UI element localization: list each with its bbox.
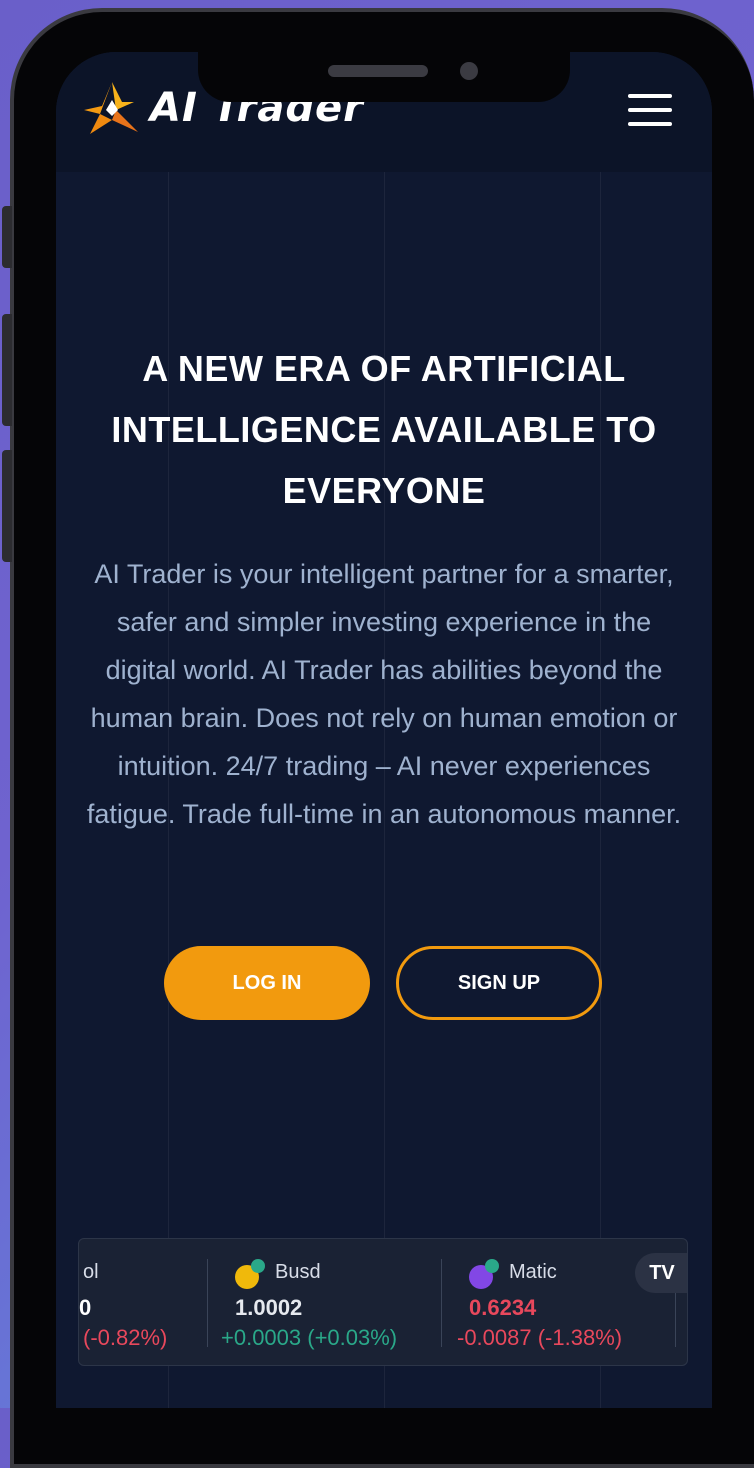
ticker-price: 0 [79,1295,92,1320]
ticker-name: Matic [509,1261,557,1283]
phone-volume-up [2,314,12,426]
ticker-separator [441,1259,442,1347]
signup-button[interactable]: SIGN UP [396,946,602,1020]
menu-line [628,122,672,126]
ticker-change: (-0.82%) [83,1325,168,1350]
ticker-separator [207,1259,208,1347]
hero-description: AI Trader is your intelligent partner fo… [86,559,682,829]
front-camera-icon [460,62,478,80]
app-screen: AI Trader A NEW ERA OF ARTIFICIAL INTELL… [56,52,712,1408]
phone-side-button [2,206,12,268]
ticker-item-busd[interactable]: Busd 1.0002 +0.0003 (+0.03%) [221,1239,431,1365]
hero-title: A NEW ERA OF ARTIFICIAL INTELLIGENCE AVA… [111,348,657,511]
ticker-name: Busd [275,1261,321,1283]
menu-line [628,94,672,98]
ticker-price: 1.0002 [235,1295,303,1320]
busd-coin-icon [235,1259,265,1289]
ticker-name: ol [83,1261,99,1283]
ticker-change: -0.0087 (-1.38%) [457,1325,623,1350]
speaker-grille [328,65,428,77]
login-button[interactable]: LOG IN [164,946,370,1020]
ticker-item-sol[interactable]: ol 0 (-0.82%) [79,1239,207,1365]
ticker-change: +0.0003 (+0.03%) [221,1325,398,1350]
crypto-ticker[interactable]: ol 0 (-0.82%) Busd 1.0002 +0.0003 (+0.03… [78,1238,688,1366]
phone-volume-down [2,450,12,562]
tradingview-badge[interactable]: TV [635,1253,687,1293]
ticker-price: 0.6234 [469,1295,537,1320]
matic-coin-icon [469,1259,499,1289]
logo-mark-icon [84,82,138,134]
hamburger-menu-icon[interactable] [628,94,672,126]
menu-line [628,108,672,112]
phone-notch [198,52,570,102]
